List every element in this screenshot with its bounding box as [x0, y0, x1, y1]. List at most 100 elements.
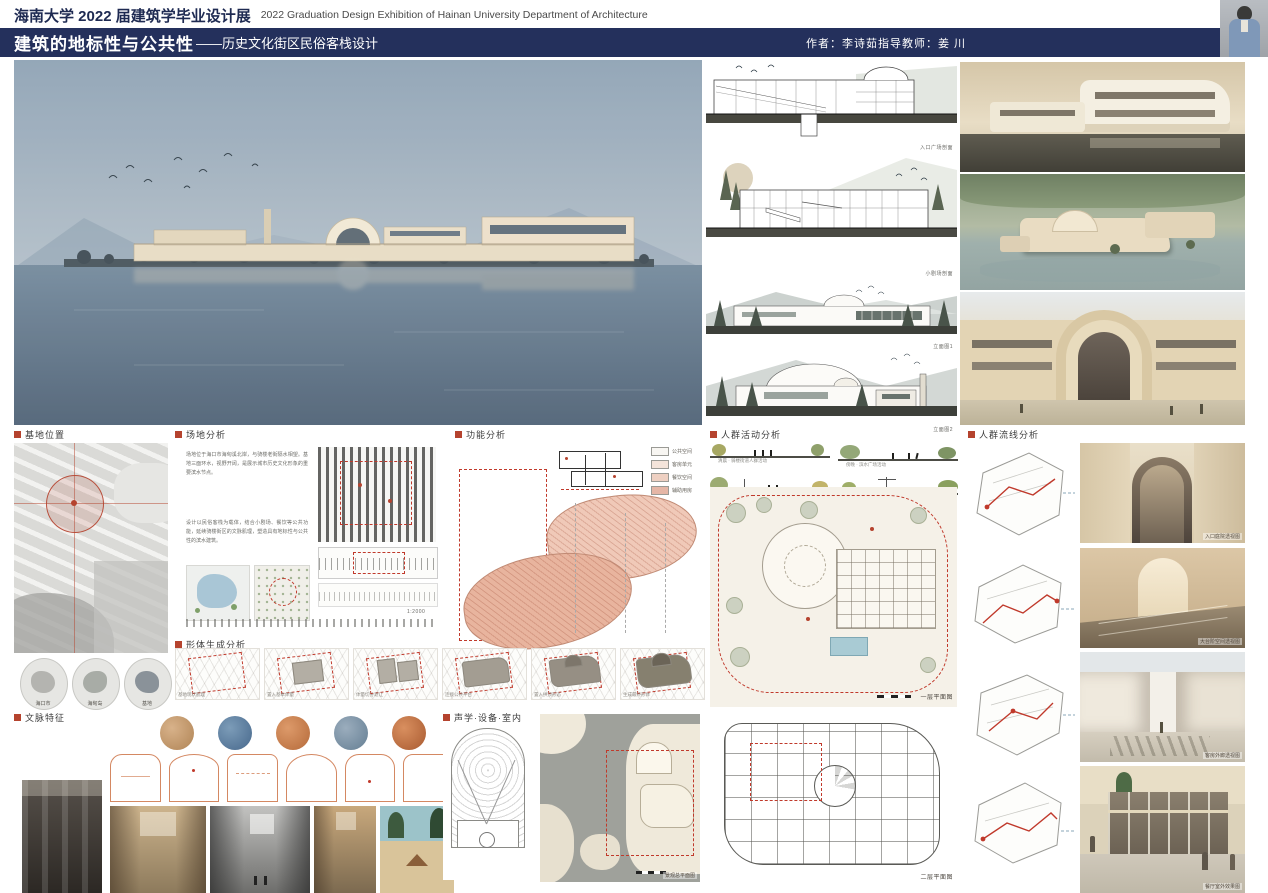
author-shirt [1241, 20, 1248, 32]
advisor-label: 指导教师：姜 川 [878, 35, 966, 51]
section-bullet [455, 431, 462, 438]
massing-step-1: 基地现状肌理 [175, 648, 260, 700]
photo3-caption: 客房外廊透视图 [1203, 752, 1242, 759]
label-site-location: 基地位置 [14, 428, 65, 441]
perspective-photo-3: 客房外廊透视图 [1080, 652, 1245, 762]
massing-step-5: 置入拱顶形态 [531, 648, 616, 700]
context-photo-sepia-1 [110, 806, 206, 893]
section-bullet [175, 431, 182, 438]
label-circulation: 人群流线分析 [968, 428, 1039, 441]
label-interior: 声学·设备·室内 [443, 711, 522, 724]
plan2-caption: 二层平面图 [920, 872, 953, 881]
street-strip-1 [318, 547, 438, 579]
site-analysis-text-1: 场地位于海口市海甸溪北岸，与骑楼老街隔水相望。基地三面环水，视野开阔，是展示城市… [186, 451, 308, 517]
circulation-axon-2 [963, 553, 1075, 655]
circulation-column [963, 443, 1075, 881]
section-bullet [175, 641, 182, 648]
perspective-photo-4: 餐厅室外效果图 [1080, 766, 1245, 893]
landscape-plan: 景观总平面图 [540, 714, 700, 882]
perspective-photo-1: 入口庭院透视图 [1080, 443, 1245, 543]
oval-caption-3: 基地 [123, 700, 171, 707]
circulation-axon-1 [963, 443, 1075, 545]
context-circle-5 [392, 716, 426, 750]
photo1-caption: 入口庭院透视图 [1203, 533, 1242, 540]
massing-strip: 基地现状肌理 置入基本体量 体量切分退让 连接公共平台 置入拱顶形态 生成最终形… [175, 648, 702, 706]
plan-highlight-box [606, 750, 694, 856]
elevation-drawing-1: 立面图1 [706, 284, 957, 342]
context-circle-4 [334, 716, 368, 750]
project-subtitle: ——历史文化街区民俗客栈设计 [196, 33, 378, 52]
facade-sketch [345, 754, 396, 802]
section-bullet [968, 431, 975, 438]
massing-step-2: 置入基本体量 [264, 648, 349, 700]
label-crowd-activity: 人群活动分析 [710, 428, 781, 441]
label-function-analysis: 功能分析 [455, 428, 506, 441]
oval-caption-2: 海甸岛 [71, 700, 119, 707]
circulation-axon-3 [963, 663, 1075, 765]
exhibition-title-zh: 海南大学 2022 届建筑学毕业设计展 [14, 5, 251, 26]
facade-sketch [227, 754, 278, 802]
legend-label: 公共空间 [672, 448, 692, 455]
legend-label: 辅助用房 [672, 487, 692, 494]
massing-step-3: 体量切分退让 [353, 648, 438, 700]
circulation-axon-4 [963, 773, 1075, 875]
context-block [14, 714, 440, 893]
render-aerial-view [960, 174, 1245, 290]
legend-swatch [651, 460, 669, 469]
street-strip-2 [318, 583, 438, 607]
author-photo [1220, 0, 1268, 57]
hero-render-art [14, 60, 702, 425]
facade-sketch [169, 754, 220, 802]
project-title: 建筑的地标性与公共性 [14, 30, 194, 55]
massing-step-4: 连接公共平台 [442, 648, 527, 700]
street-strip-3 [186, 613, 436, 631]
render-arch-closeup [960, 292, 1245, 425]
scale-bar [877, 695, 911, 698]
elevation-drawing-2: 立面图2 [706, 350, 957, 425]
elevation1-caption: 立面图1 [933, 343, 953, 350]
function-sketch-plan [555, 445, 647, 499]
crowd-vignette-1: 清晨 · 骑楼街道人群活动 [710, 441, 830, 465]
facade-sketch [286, 754, 337, 802]
context-photo-colonnade [22, 780, 102, 893]
hero-render [14, 60, 702, 425]
presentation-board: 海南大学 2022 届建筑学毕业设计展 2022 Graduation Desi… [0, 0, 1268, 893]
photo2-caption: 大台阶空间透视图 [1198, 638, 1242, 645]
crowd-vignette-3: 傍晚 · 滨水广场活动 [838, 441, 958, 469]
site-location-map [14, 443, 168, 653]
plan1-caption: 一层平面图 [920, 692, 953, 701]
header: 海南大学 2022 届建筑学毕业设计展 2022 Graduation Desi… [14, 4, 648, 26]
facade-sketch-row [110, 754, 454, 802]
floor-plan-2: 二层平面图 [710, 713, 957, 885]
render-dusk-view [960, 62, 1245, 172]
elevation2-caption: 立面图2 [933, 426, 953, 433]
section2-caption: 小剧场剖面 [925, 270, 953, 277]
label-site-analysis: 场地分析 [175, 428, 226, 441]
acoustic-diagram [443, 724, 533, 880]
facade-sketch [110, 754, 161, 802]
section-bullet [14, 431, 21, 438]
legend-swatch [651, 447, 669, 456]
site-analysis-panel: 场地位于海口市海甸溪北岸，与骑楼老街隔水相望。基地三面环水，视野开阔，是展示城市… [175, 443, 440, 638]
function-analysis-panel: 公共空间 客房单元 餐饮空间 辅助用房 [455, 443, 702, 648]
function-legend: 公共空间 客房单元 餐饮空间 辅助用房 [651, 447, 692, 499]
context-circle-2 [218, 716, 252, 750]
section-bullet [443, 714, 450, 721]
legend-label: 客房单元 [672, 461, 692, 468]
context-circle-1 [160, 716, 194, 750]
legend-swatch [651, 486, 669, 495]
floor-plan-1: 一层平面图 [710, 487, 957, 707]
scale-bar [636, 871, 666, 874]
photo4-caption: 餐厅室外效果图 [1203, 883, 1242, 890]
context-photo-sepia-2 [314, 806, 376, 893]
site-analysis-text-2: 设计以民俗客栈为载体，结合小剧场、餐饮等公共功能，延续骑楼街区的文脉肌理，塑造具… [186, 519, 308, 559]
legend-swatch [651, 473, 669, 482]
section-drawing-1: 入口广场剖面 [706, 62, 957, 142]
title-bar: 建筑的地标性与公共性 ——历史文化街区民俗客栈设计 作者：李诗茹 指导教师：姜 … [0, 28, 1220, 57]
legend-label: 餐饮空间 [672, 474, 692, 481]
section-bullet [710, 431, 717, 438]
landscape-plan-caption: 景观总平面图 [663, 872, 697, 879]
author-label: 作者：李诗茹 [806, 35, 878, 51]
section-drawing-2: 小剧场剖面 [706, 150, 957, 268]
exhibition-title-en: 2022 Graduation Design Exhibition of Hai… [261, 9, 648, 21]
